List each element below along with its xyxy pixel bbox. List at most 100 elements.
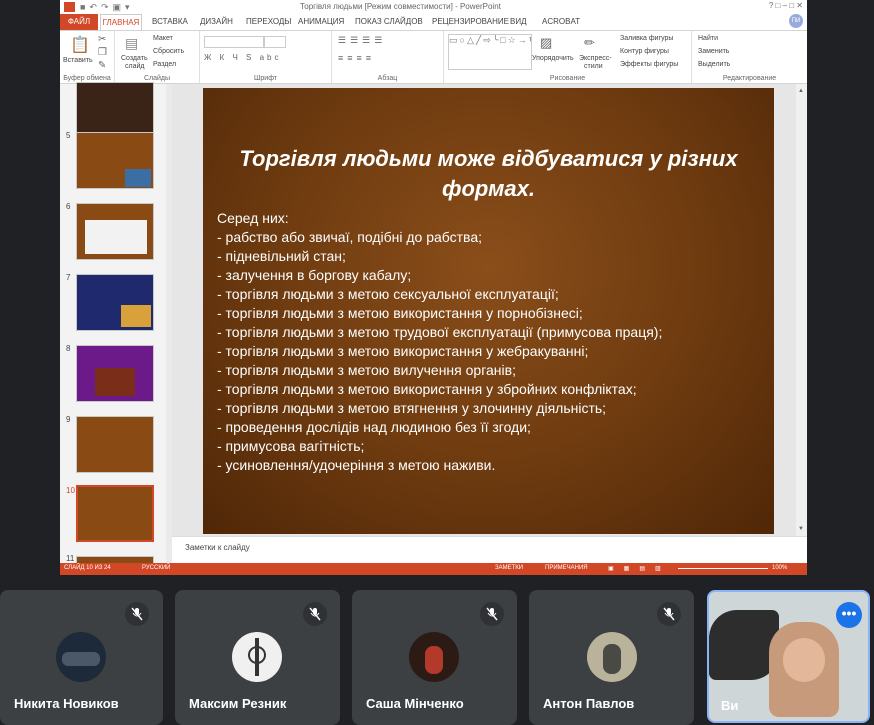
slide-line: - торгівля людьми з метою вилучення орга… <box>217 362 516 378</box>
participant-name: Никита Новиков <box>14 696 119 711</box>
quick-styles-icon[interactable]: ✏ <box>584 35 595 51</box>
slide-thumbnail-active[interactable] <box>76 485 154 542</box>
participant-tile[interactable]: Никита Новиков <box>0 590 163 725</box>
group-paragraph: ☰☰☰☰ ≡≡≡≡ Абзац <box>332 31 444 83</box>
section-button[interactable]: Раздел <box>153 61 176 68</box>
tab-view[interactable]: ВИД <box>510 17 527 26</box>
quick-styles-label-2[interactable]: стили <box>584 63 603 70</box>
group-slides: ▤ Создать слайд Макет Сбросить Раздел Сл… <box>115 31 200 83</box>
participant-tile[interactable]: Антон Павлов <box>529 590 694 725</box>
slide-line: - торгівля людьми з метою використання у… <box>217 305 583 321</box>
quick-styles-label-1[interactable]: Экспресс- <box>579 55 612 62</box>
scroll-down-icon[interactable]: ▼ <box>798 526 804 532</box>
muted-mic-icon <box>303 602 327 626</box>
tab-home[interactable]: ГЛАВНАЯ <box>100 14 142 30</box>
notes-pane[interactable]: Заметки к слайду <box>172 536 807 563</box>
slide-line: - торгівля людьми з метою використання у… <box>217 381 637 397</box>
font-format-buttons[interactable]: Ж К Ч S abc <box>204 53 282 62</box>
slide-thumbnail[interactable] <box>76 82 154 139</box>
select-button[interactable]: Выделить <box>698 61 730 68</box>
comments-button[interactable]: ПРИМЕЧАНИЯ <box>545 565 588 571</box>
tab-transitions[interactable]: ПЕРЕХОДЫ <box>246 17 291 26</box>
tab-insert[interactable]: ВСТАВКА <box>152 17 188 26</box>
slide-thumbnail[interactable] <box>76 345 154 402</box>
slide-canvas: Торгівля людьми може відбуватися у різни… <box>172 84 796 536</box>
slide-scrollbar[interactable]: ▲ ▼ <box>796 84 807 536</box>
slide-line: - рабство або звичаї, подібні до рабства… <box>217 229 482 245</box>
paste-icon[interactable]: 📋 <box>70 35 90 55</box>
tab-acrobat[interactable]: ACROBAT <box>542 17 580 26</box>
slide-thumbnail[interactable] <box>76 132 154 189</box>
view-buttons[interactable]: ▣▦▤▥ <box>608 565 671 572</box>
zoom-level[interactable]: 100% <box>772 565 787 571</box>
slide-thumbnail[interactable] <box>76 274 154 331</box>
tab-file[interactable]: ФАЙЛ <box>60 14 98 30</box>
more-options-button[interactable]: ••• <box>836 602 862 628</box>
group-label: Буфер обмена <box>63 75 111 82</box>
scroll-up-icon[interactable]: ▲ <box>798 88 804 94</box>
notes-button[interactable]: ЗАМЕТКИ <box>495 565 523 571</box>
format-painter-icon[interactable]: ✎ <box>98 60 106 71</box>
tab-slideshow[interactable]: ПОКАЗ СЛАЙДОВ <box>355 17 423 26</box>
participant-name: Антон Павлов <box>543 696 635 711</box>
shape-fill-button[interactable]: Заливка фигуры <box>620 35 673 42</box>
slide-line: - проведення дослідів над людиною без її… <box>217 419 531 435</box>
group-label: Абзац <box>377 75 398 82</box>
cut-icon[interactable]: ✂ <box>98 34 106 45</box>
quick-access-toolbar[interactable]: ■↶↷▣▾ <box>80 2 134 13</box>
shape-outline-button[interactable]: Контур фигуры <box>620 48 669 55</box>
slide-body[interactable]: Серед них: - рабство або звичаї, подібні… <box>217 209 767 475</box>
group-font: Ж К Ч S abc Шрифт <box>200 31 332 83</box>
align-buttons[interactable]: ≡≡≡≡ <box>338 53 375 63</box>
shapes-gallery[interactable]: ▭○△╱⇨╰□☆→↻⌒∪◇⊃ <box>448 34 532 70</box>
self-video-face <box>783 638 825 682</box>
ribbon: 📋 Вставить ✂ ❐ ✎ Буфер обмена ▤ Создать … <box>60 30 807 84</box>
paste-button[interactable]: Вставить <box>63 57 93 64</box>
avatar <box>232 632 282 682</box>
find-button[interactable]: Найти <box>698 35 718 42</box>
replace-button[interactable]: Заменить <box>698 48 729 55</box>
muted-mic-icon <box>125 602 149 626</box>
zoom-slider[interactable] <box>678 568 768 569</box>
powerpoint-icon <box>64 2 75 12</box>
tab-review[interactable]: РЕЦЕНЗИРОВАНИЕ <box>432 17 509 26</box>
self-video-tile[interactable]: ••• Ви <box>707 590 870 723</box>
shape-effects-button[interactable]: Эффекты фигуры <box>620 61 678 68</box>
window-controls[interactable]: ? □ – □ ✕ <box>769 1 803 10</box>
copy-icon[interactable]: ❐ <box>98 47 107 58</box>
slide-thumbnail[interactable] <box>76 416 154 473</box>
language-indicator[interactable]: РУССКИЙ <box>142 565 170 571</box>
slide-thumbnail[interactable] <box>76 203 154 260</box>
new-slide-label-1[interactable]: Создать <box>121 55 148 62</box>
slide-counter: СЛАЙД 10 ИЗ 24 <box>64 565 111 571</box>
group-label: Шрифт <box>253 75 278 82</box>
window-title: Торгівля людьми [Режим совместимости] - … <box>300 2 501 11</box>
ribbon-tabs: ФАЙЛ ГЛАВНАЯ ВСТАВКА ДИЗАЙН ПЕРЕХОДЫ АНИ… <box>60 14 807 30</box>
tab-animation[interactable]: АНИМАЦИЯ <box>298 17 344 26</box>
layout-button[interactable]: Макет <box>153 35 173 42</box>
participant-tile[interactable]: Саша Мінченко <box>352 590 517 725</box>
title-bar: ■↶↷▣▾ Торгівля людьми [Режим совместимос… <box>60 0 807 14</box>
slide-line: - торгівля людьми з метою сексуальної ек… <box>217 286 559 302</box>
avatar <box>587 632 637 682</box>
arrange-button[interactable]: Упорядочить <box>532 55 574 62</box>
font-name-select[interactable] <box>204 36 264 48</box>
thumbnail-number: 7 <box>66 273 71 282</box>
current-slide[interactable]: Торгівля людьми може відбуватися у різни… <box>203 88 774 534</box>
slide-title[interactable]: Торгівля людьми може відбуватися у різни… <box>223 144 754 204</box>
restore-button[interactable]: ПИ <box>789 14 803 28</box>
slide-line: - торгівля людьми з метою використання у… <box>217 343 589 359</box>
list-buttons[interactable]: ☰☰☰☰ <box>338 35 386 46</box>
reset-button[interactable]: Сбросить <box>153 48 184 55</box>
font-size-select[interactable] <box>264 36 286 48</box>
avatar <box>56 632 106 682</box>
arrange-icon[interactable]: ▨ <box>540 35 552 51</box>
tab-design[interactable]: ДИЗАЙН <box>200 17 233 26</box>
slide-line: - усиновлення/удочеріння з метою наживи. <box>217 457 496 473</box>
new-slide-label-2[interactable]: слайд <box>125 63 144 70</box>
participant-name: Максим Резник <box>189 696 287 711</box>
new-slide-icon[interactable]: ▤ <box>125 35 138 52</box>
participant-tile[interactable]: Максим Резник <box>175 590 340 725</box>
group-drawing: ▭○△╱⇨╰□☆→↻⌒∪◇⊃ ▨ Упорядочить ✏ Экспресс-… <box>444 31 692 83</box>
group-label: Слайды <box>143 75 171 82</box>
